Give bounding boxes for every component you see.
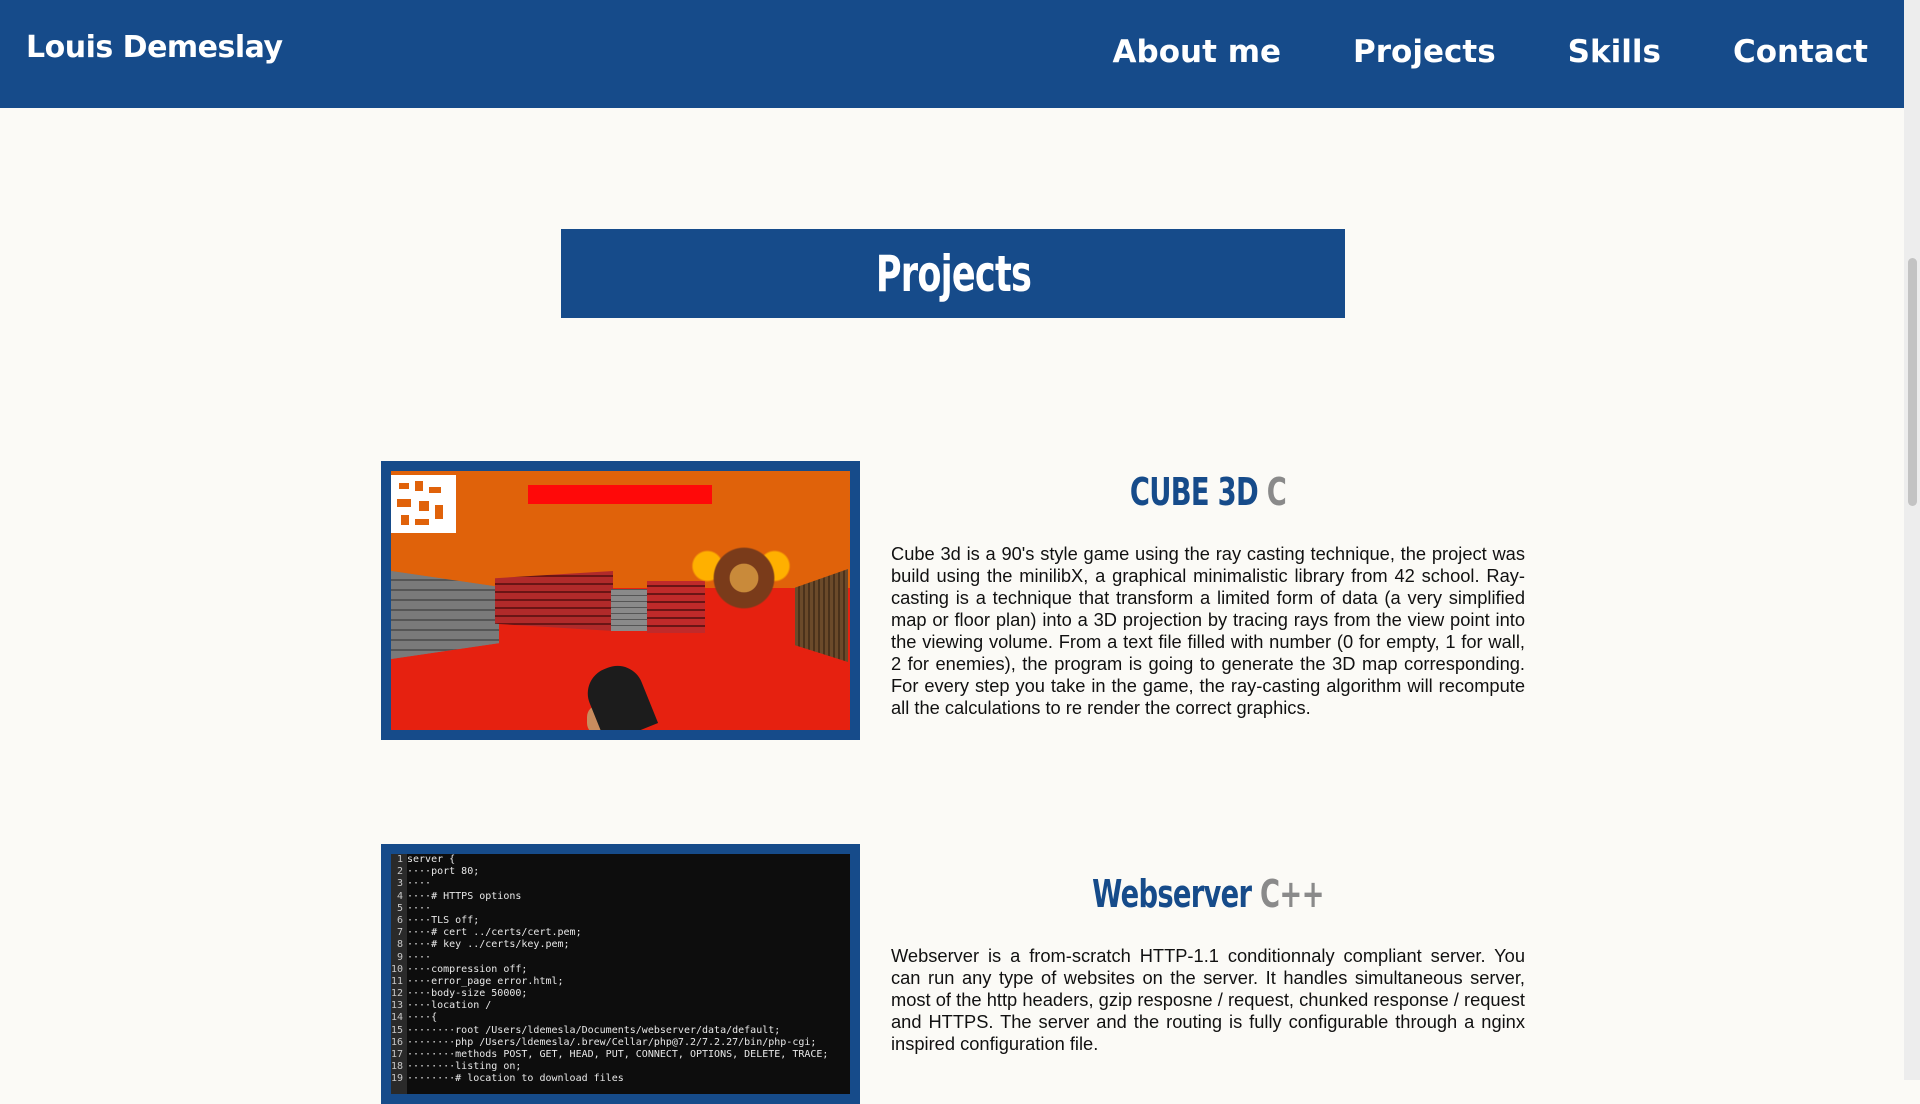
code-text: ···· xyxy=(407,878,432,890)
code-text: ····port 80; xyxy=(407,866,480,878)
line-number: 14 xyxy=(391,1012,404,1024)
code-line: 11 ····error_page error.html; xyxy=(391,976,850,988)
code-line: 16 ········php /Users/ldemesla/.brew/Cell… xyxy=(391,1037,850,1049)
code-line: 8 ····# key ../certs/key.pem; xyxy=(391,939,850,951)
code-line: 9 ···· xyxy=(391,952,850,964)
code-line: 19 ········# location to download files xyxy=(391,1073,850,1085)
code-text: ····body-size 50000; xyxy=(407,988,528,1000)
code-line: 13 ····location / xyxy=(391,1000,850,1012)
project-name: Webserver xyxy=(1092,872,1252,916)
code-line: 14 ····{ xyxy=(391,1012,850,1024)
projects-section-header: Projects xyxy=(561,229,1345,318)
code-text: ········methods POST, GET, HEAD, PUT, CO… xyxy=(407,1049,829,1060)
line-number: 10 xyxy=(391,963,404,975)
code-line: 6 ····TLS off; xyxy=(391,915,850,927)
game-wall-stone-far xyxy=(611,589,647,631)
code-text: ····error_page error.html; xyxy=(407,975,564,987)
game-wall-brick xyxy=(495,571,613,631)
project-name: CUBE 3D xyxy=(1129,470,1259,514)
webserver-config-screenshot: 1 server { 2 ····port 80; 3 ···· 4 ····# HTTPS … xyxy=(391,854,850,1094)
scrollbar-thumb[interactable] xyxy=(1908,258,1917,506)
code-line: 4 ····# HTTPS options xyxy=(391,891,850,903)
code-text: ····# HTTPS options xyxy=(407,890,522,902)
code-text: ········listing on; xyxy=(407,1061,522,1073)
code-text: ····# key ../certs/key.pem; xyxy=(407,939,570,951)
scrollbar[interactable] xyxy=(1904,0,1920,1080)
cube3d-screenshot-frame xyxy=(381,461,860,740)
code-text: ····# cert ../certs/cert.pem; xyxy=(407,927,582,939)
project-description-webserver: Webserver is a from-scratch HTTP-1.1 con… xyxy=(891,945,1525,1054)
cube3d-screenshot xyxy=(391,471,850,730)
section-title: Projects xyxy=(875,244,1031,303)
line-number: 1 xyxy=(396,854,403,865)
code-line: 5 ···· xyxy=(391,903,850,915)
code-line: 15 ········root /Users/ldemesla/Documents… xyxy=(391,1025,850,1037)
project-description-cube3d: Cube 3d is a 90's style game using the r… xyxy=(891,543,1525,718)
line-number: 4 xyxy=(396,890,403,902)
line-number: 9 xyxy=(396,951,403,963)
line-number: 12 xyxy=(391,988,404,1000)
code-line: 7 ····# cert ../certs/cert.pem; xyxy=(391,927,850,939)
code-text: ········# location to download files xyxy=(407,1073,624,1085)
project-title-cube3d: CUBE 3D C xyxy=(980,470,1436,514)
code-text: ···· xyxy=(407,902,432,914)
code-line: 2 ····port 80; xyxy=(391,866,850,878)
code-text: ····TLS off; xyxy=(407,914,480,926)
line-number: 2 xyxy=(396,866,403,878)
health-bar xyxy=(528,485,712,504)
nav-link-about[interactable]: About me xyxy=(1113,34,1282,70)
webserver-screenshot-frame: 1 server { 2 ····port 80; 3 ···· 4 ····# HTTPS … xyxy=(381,844,860,1104)
code-line: 10 ····compression off; xyxy=(391,964,850,976)
project-title-webserver: Webserver C++ xyxy=(980,872,1436,916)
project-language: C++ xyxy=(1260,872,1324,916)
code-text: ····{ xyxy=(407,1012,438,1024)
nav-link-contact[interactable]: Contact xyxy=(1733,34,1868,70)
nav-link-projects[interactable]: Projects xyxy=(1353,34,1496,70)
code-text: ····compression off; xyxy=(407,963,528,975)
line-number: 15 xyxy=(391,1024,404,1036)
nav-links: About me Projects Skills Contact xyxy=(1041,34,1868,70)
brand-name[interactable]: Louis Demeslay xyxy=(26,30,283,65)
code-line: 17 ········methods POST, GET, HEAD, PUT, … xyxy=(391,1049,850,1061)
code-line: 3 ···· xyxy=(391,878,850,890)
line-number: 5 xyxy=(396,902,403,914)
navbar: Louis Demeslay About me Projects Skills … xyxy=(0,0,1904,108)
line-number: 8 xyxy=(396,939,403,951)
code-text: ····location / xyxy=(407,1000,492,1012)
line-number: 16 xyxy=(391,1036,404,1048)
line-number: 18 xyxy=(391,1061,404,1073)
code-text: ···· xyxy=(407,951,432,963)
project-language: C xyxy=(1266,470,1287,514)
code-text: ········php /Users/ldemesla/.brew/Cellar… xyxy=(407,1036,817,1048)
line-number: 7 xyxy=(396,927,403,939)
code-block: 1 server { 2 ····port 80; 3 ···· 4 ····# HTTPS … xyxy=(391,854,850,1086)
code-text: server { xyxy=(407,854,456,865)
enemy-sprite xyxy=(689,533,799,633)
nav-link-skills[interactable]: Skills xyxy=(1568,34,1661,70)
line-number: 17 xyxy=(391,1049,404,1060)
line-number: 19 xyxy=(391,1073,404,1085)
code-line: 1 server { xyxy=(391,854,850,866)
line-number: 6 xyxy=(396,914,403,926)
code-line: 18 ········listing on; xyxy=(391,1061,850,1073)
line-number: 13 xyxy=(391,1000,404,1012)
code-text: ········root /Users/ldemesla/Documents/w… xyxy=(407,1024,781,1036)
line-number: 3 xyxy=(396,878,403,890)
minimap xyxy=(391,475,456,533)
line-number: 11 xyxy=(391,975,404,987)
code-line: 12 ····body-size 50000; xyxy=(391,988,850,1000)
